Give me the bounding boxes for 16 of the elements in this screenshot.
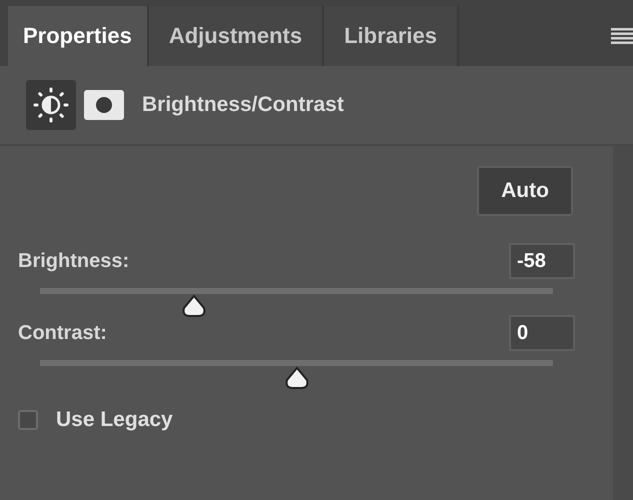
checkbox-label: Use Legacy: [56, 408, 173, 432]
slider-label: Brightness:: [18, 250, 130, 272]
value-field[interactable]: 0: [509, 315, 575, 351]
panel-tab[interactable]: Libraries: [324, 6, 460, 66]
mask-icon[interactable]: [84, 90, 124, 120]
slider-thumb[interactable]: [180, 294, 207, 318]
slider-label: Contrast:: [18, 322, 107, 344]
auto-button[interactable]: Auto: [477, 166, 573, 216]
value-field[interactable]: -58: [509, 243, 575, 279]
panel-tab[interactable]: Properties: [8, 6, 149, 66]
brightness-icon[interactable]: [26, 80, 76, 130]
checkbox[interactable]: [18, 410, 38, 430]
adjustment-title: Brightness/Contrast: [142, 93, 344, 117]
menu-icon[interactable]: [611, 28, 633, 44]
slider-thumb[interactable]: [284, 366, 310, 390]
panel-tab[interactable]: Adjustments: [148, 6, 324, 66]
